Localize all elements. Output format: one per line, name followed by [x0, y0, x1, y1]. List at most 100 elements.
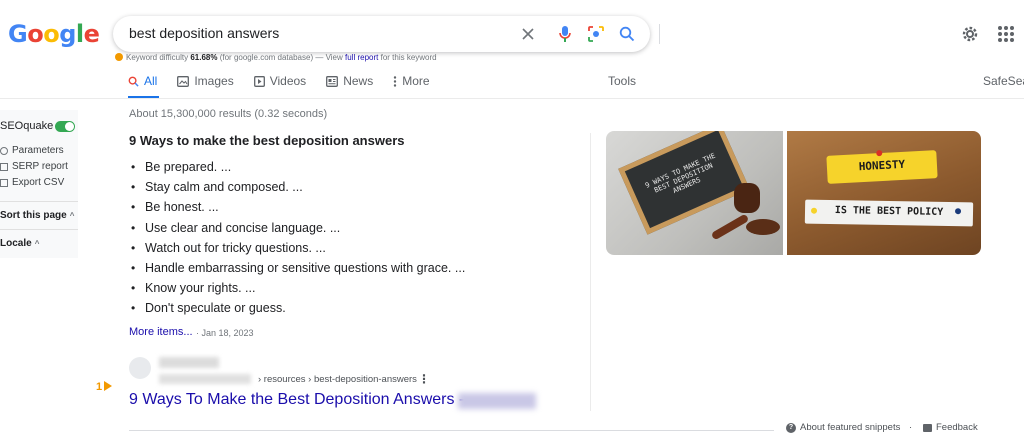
video-icon [253, 75, 265, 87]
kd-label: Keyword difficulty [126, 53, 189, 62]
safesearch-button[interactable]: SafeSea [983, 74, 1024, 88]
pin-icon [810, 207, 818, 214]
footer-divider [129, 430, 774, 431]
gavel-icon [734, 183, 760, 213]
list-item: Know your rights. ... [131, 278, 465, 298]
site-url-redacted [159, 374, 251, 384]
settings-gear-icon[interactable] [960, 24, 980, 44]
seoquake-serp-report[interactable]: SERP report [0, 161, 68, 172]
pin-icon [876, 149, 883, 157]
tab-more[interactable]: More [393, 72, 430, 90]
pin-icon [954, 208, 962, 215]
search-box[interactable]: best deposition answers [113, 16, 660, 52]
full-report-link[interactable]: full report [345, 53, 378, 62]
feedback-icon [923, 423, 932, 432]
locale-toggle[interactable]: Locale ^ [0, 238, 39, 249]
note-text: IS THE BEST POLICY [834, 205, 944, 218]
help-icon: ? [786, 422, 796, 433]
list-item: Watch out for tricky questions. ... [131, 238, 465, 258]
feedback-label: Feedback [936, 422, 978, 433]
site-breadcrumb: › resources › best-deposition-answers [258, 374, 417, 385]
lens-icon[interactable] [585, 23, 607, 45]
about-label: About featured snippets [800, 422, 901, 433]
site-name-redacted [458, 393, 536, 409]
featured-snippet-list: Be prepared. ... Stay calm and composed.… [131, 157, 465, 319]
seoquake-item-label: SERP report [12, 161, 68, 172]
list-item: Be honest. ... [131, 197, 465, 217]
image-icon [177, 75, 190, 87]
footer-dot: · [909, 422, 913, 433]
list-item: Handle embarrassing or sensitive questio… [131, 258, 465, 278]
sort-label: Sort this page [0, 210, 67, 221]
google-logo[interactable]: Google [8, 20, 100, 48]
result-title-link[interactable]: 9 Ways To Make the Best Deposition Answe… [129, 391, 464, 409]
kd-value: 61.68% [190, 53, 218, 62]
site-name-redacted [159, 357, 219, 368]
seoquake-item-label: Parameters [12, 145, 64, 156]
tab-images[interactable]: Images [177, 72, 234, 90]
kd-suffix: for this keyword [380, 53, 437, 62]
tab-label: More [402, 74, 430, 88]
rank-arrow-icon [104, 381, 112, 391]
site-favicon[interactable] [129, 357, 151, 379]
kd-note: (for google.com database) [219, 53, 314, 62]
divider [0, 229, 78, 230]
search-icon [128, 76, 139, 87]
logo-letter: G [8, 20, 28, 48]
search-input[interactable]: best deposition answers [129, 25, 279, 41]
tabs-divider [0, 98, 1024, 99]
tab-all[interactable]: All [128, 72, 157, 90]
list-item: Be prepared. ... [131, 157, 465, 177]
export-icon [0, 178, 8, 187]
list-item: Stay calm and composed. ... [131, 177, 465, 197]
about-featured-snippets[interactable]: ? About featured snippets [786, 422, 900, 433]
column-divider [590, 133, 591, 411]
seoquake-toggle[interactable] [55, 121, 75, 132]
list-item: Don't speculate or guess. [131, 298, 465, 318]
snippet-image-honesty[interactable]: HONESTY IS THE BEST POLICY [787, 131, 981, 255]
chevron-up-icon: ^ [69, 211, 75, 220]
search-separator [659, 24, 660, 44]
snippet-date: · Jan 18, 2023 [196, 328, 254, 338]
gavel-block [746, 219, 780, 235]
tab-label: Videos [269, 74, 307, 88]
seoquake-title: SEOquake [0, 120, 54, 132]
more-vert-icon [394, 75, 397, 87]
locale-label: Locale [0, 238, 32, 249]
result-stats: About 15,300,000 results (0.32 seconds) [129, 108, 328, 120]
seoquake-parameters[interactable]: Parameters [0, 145, 64, 156]
logo-letter: o [27, 20, 44, 48]
list-item: Use clear and concise language. ... [131, 218, 465, 238]
keyword-difficulty-bar: Keyword difficulty 61.68% (for google.co… [115, 53, 437, 62]
tools-button[interactable]: Tools [608, 74, 636, 88]
mic-icon[interactable] [554, 23, 576, 45]
seoquake-item-label: Export CSV [12, 177, 65, 188]
tab-label: All [144, 74, 158, 88]
chalkboard-text: 9 WAYS TO MAKE THE BEST DEPOSITION ANSWE… [644, 151, 717, 196]
result-menu-icon[interactable]: ⋮ [418, 372, 430, 386]
logo-letter: l [75, 20, 84, 48]
tab-news[interactable]: News [326, 72, 373, 90]
yellow-note: HONESTY [826, 149, 938, 184]
gavel-handle [710, 213, 750, 241]
note-text: HONESTY [858, 157, 906, 174]
chalkboard: 9 WAYS TO MAKE THE BEST DEPOSITION ANSWE… [618, 131, 750, 235]
sort-this-page[interactable]: Sort this page ^ [0, 210, 74, 221]
more-items-link[interactable]: More items... [129, 326, 193, 338]
search-icon[interactable] [616, 23, 638, 45]
tab-videos[interactable]: Videos [253, 72, 307, 90]
tab-label: News [343, 74, 374, 88]
featured-snippet-title: 9 Ways to make the best deposition answe… [129, 133, 405, 148]
divider [0, 201, 78, 202]
logo-letter: e [83, 20, 100, 48]
snippet-image-chalkboard[interactable]: 9 WAYS TO MAKE THE BEST DEPOSITION ANSWE… [606, 131, 783, 255]
feedback-button[interactable]: Feedback [923, 422, 978, 433]
logo-letter: g [59, 20, 76, 48]
google-apps-icon[interactable] [998, 26, 1014, 42]
seoquake-export-csv[interactable]: Export CSV [0, 177, 64, 188]
search-tabs: All Images Videos News More [128, 72, 450, 98]
report-icon [0, 162, 8, 171]
seoquake-sun-icon [115, 53, 123, 61]
logo-letter: o [43, 20, 60, 48]
clear-icon[interactable] [517, 23, 539, 45]
